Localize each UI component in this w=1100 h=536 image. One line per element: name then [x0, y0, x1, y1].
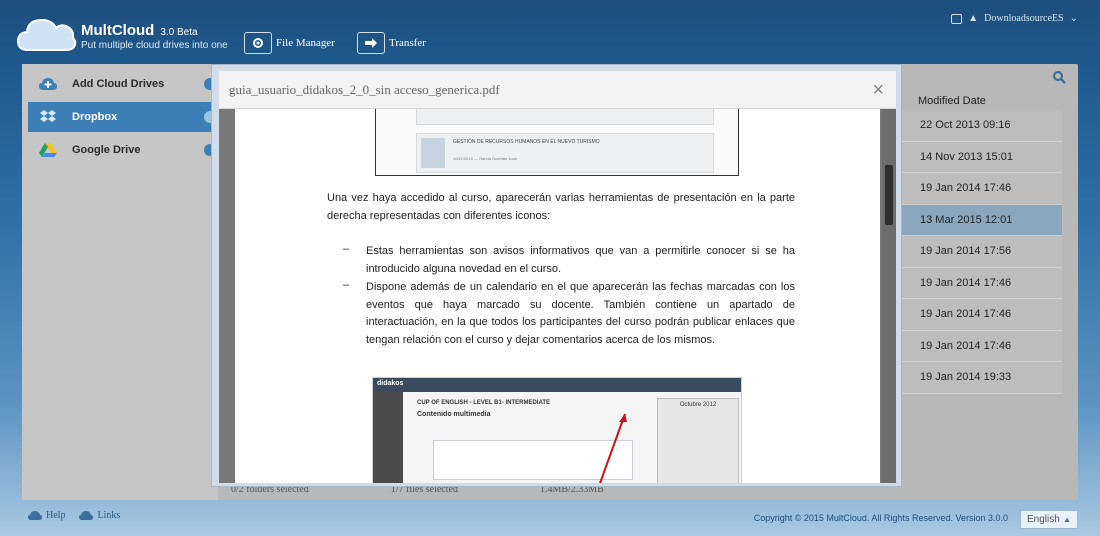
footer-links: Help Links — [28, 510, 120, 521]
language-select[interactable]: English ▲ — [1020, 510, 1078, 529]
links-label: Links — [97, 510, 121, 521]
brand-name: MultCloud 3.0 Beta — [81, 22, 198, 39]
table-row-date[interactable]: 14 Nov 2013 15:01 — [902, 141, 1062, 173]
didakos-calendar: Octubre 2012 — [657, 398, 739, 483]
chevron-up-icon: ▲ — [1063, 515, 1071, 524]
table-row-date[interactable]: 22 Oct 2013 09:16 — [902, 110, 1062, 142]
table-row-date[interactable]: 19 Jan 2014 17:56 — [902, 236, 1062, 268]
table-row-date-selected[interactable]: 13 Mar 2015 12:01 — [902, 204, 1062, 236]
didakos-logo: didakos — [377, 380, 404, 387]
links-link[interactable]: Links — [79, 510, 120, 521]
didakos-section: Contenido multimedia — [417, 411, 491, 418]
links-cloud-icon — [79, 510, 94, 520]
transfer-nav[interactable]: Transfer — [357, 32, 426, 54]
file-manager-nav[interactable]: File Manager — [244, 32, 335, 54]
table-row-date[interactable]: 19 Jan 2014 17:46 — [902, 173, 1062, 205]
sidebar-item-add-cloud-drives[interactable]: Add Cloud Drives — [28, 69, 218, 99]
multcloud-logo[interactable] — [16, 12, 78, 54]
help-link[interactable]: Help — [28, 510, 65, 521]
course-title: GESTIÓN DE RECURSOS HUMANOS EN EL NUEVO … — [453, 139, 600, 145]
course-row — [416, 109, 714, 125]
pdf-page: GESTIÓN DE RECURSOS HUMANOS EN EL NUEVO … — [235, 109, 880, 483]
table-row-date[interactable]: 19 Jan 2014 17:46 — [902, 330, 1062, 362]
doc-paragraph: Una vez haya accedido al curso, aparecer… — [327, 192, 795, 222]
sidebar-item-dropbox[interactable]: Dropbox — [28, 102, 218, 132]
calendar-month: Octubre 2012 — [679, 402, 717, 408]
didakos-sidebar — [373, 392, 403, 483]
table-row-date[interactable]: 19 Jan 2014 17:46 — [902, 267, 1062, 299]
help-label: Help — [46, 510, 66, 521]
bullet-dash: – — [343, 243, 350, 255]
search-icon[interactable] — [1053, 71, 1066, 87]
cloud-add-icon — [38, 76, 58, 92]
bullet-dash: – — [343, 279, 350, 291]
user-menu[interactable]: ▲ DownloadsourceES ⌄ — [951, 13, 1078, 24]
scrollbar-thumb[interactable] — [885, 165, 893, 225]
gear-icon — [244, 32, 272, 54]
sidebar-item-label: Add Cloud Drives — [72, 78, 165, 90]
modal-header: guia_usuario_didakos_2_0_sin acceso_gene… — [219, 71, 896, 109]
bell-icon[interactable]: ▲ — [968, 13, 978, 24]
username: DownloadsourceES — [984, 13, 1064, 24]
google-drive-icon — [38, 142, 58, 158]
course-thumbnail — [421, 138, 445, 168]
course-row: GESTIÓN DE RECURSOS HUMANOS EN EL NUEVO … — [416, 133, 714, 173]
help-cloud-icon — [28, 510, 42, 520]
doc-bullet-item: Dispone además de un calendario en el qu… — [366, 281, 795, 346]
language-value: English — [1027, 514, 1060, 525]
sidebar-item-label: Google Drive — [72, 144, 141, 156]
red-arrow-annotation — [599, 413, 627, 483]
modified-date-column: 22 Oct 2013 09:16 14 Nov 2013 15:01 19 J… — [902, 110, 1062, 394]
chevron-down-icon: ⌄ — [1069, 13, 1078, 24]
message-icon[interactable] — [951, 13, 963, 24]
didakos-topbar: didakos — [373, 378, 741, 392]
embedded-screenshot-course-list: GESTIÓN DE RECURSOS HUMANOS EN EL NUEVO … — [375, 109, 739, 176]
copyright-text: Copyright © 2015 MultCloud. All Rights R… — [753, 513, 1008, 523]
sidebar-item-google-drive[interactable]: Google Drive — [28, 135, 218, 165]
transfer-label: Transfer — [389, 37, 426, 49]
close-icon[interactable]: × — [872, 79, 884, 102]
sidebar-item-label: Dropbox — [72, 111, 118, 123]
table-row-date[interactable]: 19 Jan 2014 19:33 — [902, 362, 1062, 394]
sidebar: Add Cloud Drives Dropbox Google Drive — [22, 64, 218, 500]
table-row-date[interactable]: 19 Jan 2014 17:46 — [902, 299, 1062, 331]
column-header-modified-date[interactable]: Modified Date — [918, 95, 986, 107]
doc-bullet-item: Estas herramientas son avisos informativ… — [366, 245, 795, 275]
dropbox-icon — [38, 109, 58, 125]
file-manager-label: File Manager — [276, 37, 335, 49]
cloud-logo-icon — [16, 18, 77, 51]
didakos-course-title: CUP OF ENGLISH - LEVEL B1- INTERMEDIATE — [417, 400, 551, 406]
pdf-scrollbar[interactable] — [882, 109, 896, 483]
pdf-preview-modal: guia_usuario_didakos_2_0_sin acceso_gene… — [211, 64, 902, 487]
tagline: Put multiple cloud drives into one — [81, 40, 228, 51]
course-meta: 10/11/2014 — García Guzmán Juan — [453, 156, 517, 161]
transfer-arrow-icon — [357, 32, 385, 54]
pdf-viewer[interactable]: GESTIÓN DE RECURSOS HUMANOS EN EL NUEVO … — [219, 109, 896, 483]
embedded-screenshot-didakos: didakos CUP OF ENGLISH - LEVEL B1- INTER… — [372, 377, 742, 483]
modal-title: guia_usuario_didakos_2_0_sin acceso_gene… — [229, 82, 500, 97]
app-version: 3.0 Beta — [160, 27, 198, 38]
